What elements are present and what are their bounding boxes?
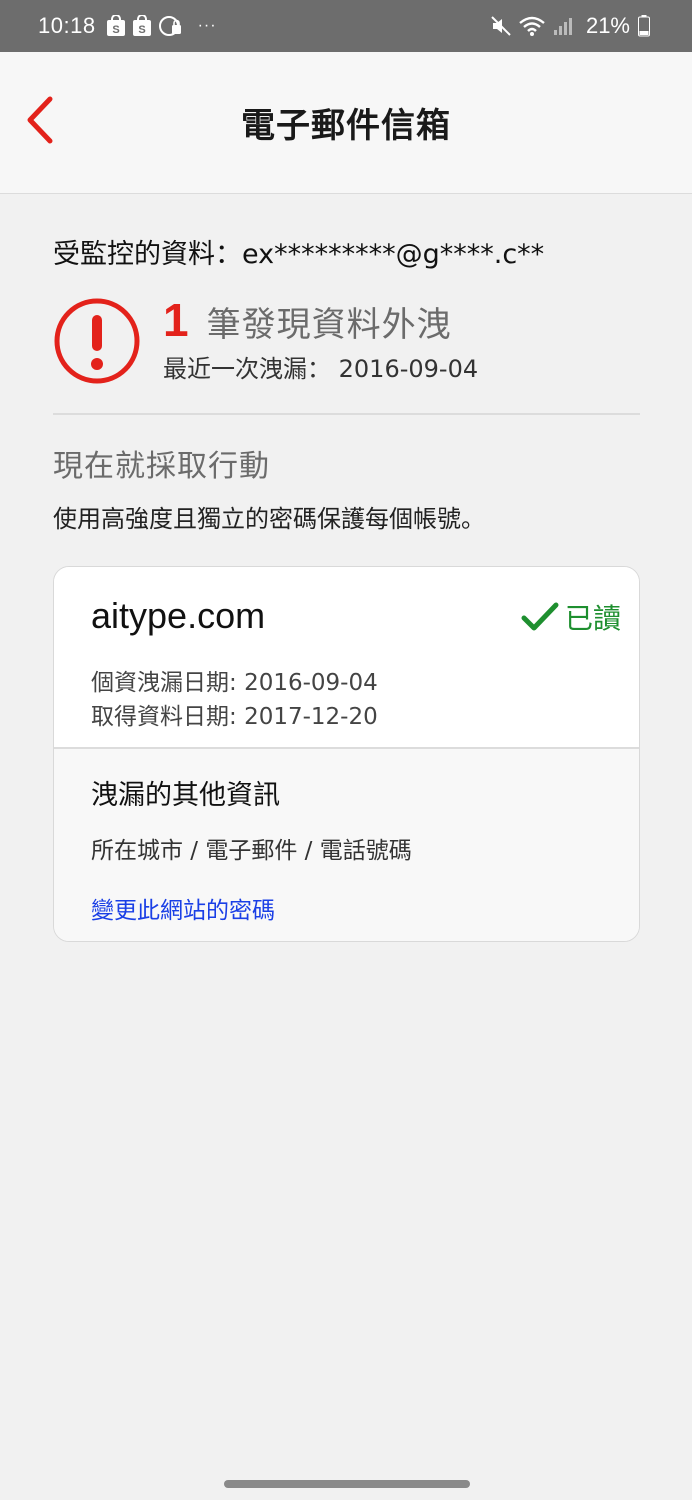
status-time: 10:18 — [38, 13, 96, 38]
latest-breach-label: 最近一次洩漏： — [163, 355, 331, 383]
breach-summary: 1 筆發現資料外洩 最近一次洩漏： 2016-09-04 — [53, 293, 640, 393]
svg-text:S: S — [138, 24, 145, 36]
wifi-icon — [518, 15, 546, 37]
overflow-notifications: ··· — [197, 17, 217, 34]
acquire-date-value: 2017-12-20 — [244, 704, 378, 730]
mute-icon — [490, 15, 512, 37]
check-icon — [521, 602, 559, 632]
read-status: 已讀 — [521, 597, 621, 637]
breach-count-text: 筆發現資料外洩 — [206, 305, 452, 345]
shopee-bag-icon: S — [106, 15, 126, 37]
acquire-date: 取得資料日期: 2017-12-20 — [91, 697, 378, 731]
monitored-label: 受監控的資料： — [53, 239, 242, 270]
monitored-value: ex*********@g****.c** — [242, 239, 545, 270]
status-bar: 10:18 S S ··· 21% — [0, 0, 692, 52]
battery-icon — [638, 15, 650, 37]
alert-icon — [53, 297, 141, 389]
latest-breach-date: 2016-09-04 — [338, 355, 479, 383]
monitored-data: 受監控的資料：ex*********@g****.c** — [53, 232, 640, 271]
shopee-bag-icon: S — [132, 15, 152, 37]
home-indicator[interactable] — [224, 1480, 470, 1488]
divider — [53, 413, 640, 415]
battery-percent: 21% — [585, 13, 630, 38]
other-info-items: 所在城市 / 電子郵件 / 電話號碼 — [91, 838, 412, 864]
breach-card-details: 洩漏的其他資訊 所在城市 / 電子郵件 / 電話號碼 變更此網站的密碼 — [54, 749, 639, 941]
other-info-title: 洩漏的其他資訊 — [91, 780, 280, 811]
status-bar-right: 21% — [490, 13, 656, 39]
bluetooth-key-icon — [158, 15, 184, 37]
signal-icon — [552, 15, 574, 37]
read-status-label: 已讀 — [564, 602, 621, 635]
main-content: 受監控的資料：ex*********@g****.c** 1 筆發現資料外洩 最… — [53, 194, 640, 942]
breach-date: 個資洩漏日期: 2016-09-04 — [91, 663, 378, 697]
svg-text:S: S — [112, 24, 119, 36]
breach-date-value: 2016-09-04 — [244, 670, 378, 696]
app-bar: 電子郵件信箱 — [0, 52, 692, 194]
action-description: 使用高強度且獨立的密碼保護每個帳號。 — [53, 505, 485, 533]
breach-count: 1 — [163, 294, 189, 346]
acquire-date-label: 取得資料日期: — [91, 704, 237, 730]
breach-count-line: 1 筆發現資料外洩 — [163, 293, 452, 347]
breach-card-header: aitype.com 已讀 個資洩漏日期: 2016-09-04 取得資料日期:… — [54, 567, 639, 749]
change-password-link[interactable]: 變更此網站的密碼 — [91, 891, 275, 925]
breach-date-label: 個資洩漏日期: — [91, 670, 237, 696]
status-bar-left: 10:18 S S ··· — [38, 13, 217, 39]
latest-breach: 最近一次洩漏： 2016-09-04 — [163, 349, 478, 384]
action-title: 現在就採取行動 — [53, 449, 270, 484]
breach-card: aitype.com 已讀 個資洩漏日期: 2016-09-04 取得資料日期:… — [53, 566, 640, 942]
breached-site-name: aitype.com — [91, 595, 266, 636]
page-title: 電子郵件信箱 — [241, 106, 451, 146]
